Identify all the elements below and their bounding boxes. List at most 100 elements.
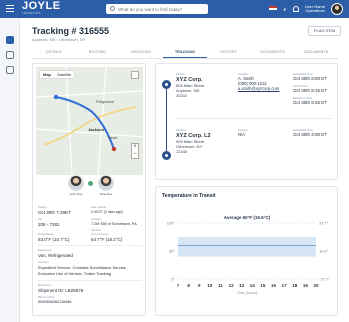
field-value: 0049836082118486 — [38, 300, 72, 304]
map-label-ridgeland: Ridgeland — [96, 99, 114, 104]
sidebar-documents-icon[interactable] — [6, 51, 14, 59]
x-tick-label: 19 — [303, 283, 309, 288]
bell-icon[interactable] — [292, 6, 299, 12]
reference-field: Reference Shipment ID: LB25878 — [38, 283, 142, 294]
departure-time: Oct 30th 9:26 ET — [293, 100, 328, 105]
tab-documents-2[interactable]: DOCUMENTS — [294, 47, 338, 58]
address-line: 20202 — [176, 93, 188, 98]
field-value: 208 - 7282 — [38, 222, 60, 227]
pickup-times: Scheduled Time Oct 30th 8:00 ET Arrival … — [293, 72, 337, 105]
map-label-pearl: Pearl — [108, 135, 117, 140]
map-tab-map[interactable]: Map — [40, 71, 54, 78]
services-field: Services Expedited Service, Constant Sur… — [38, 260, 142, 276]
sidebar-shipments-icon[interactable] — [6, 36, 14, 44]
y-tick-label-right: 10.0° — [319, 249, 329, 254]
tab-bar: DETAILS ROUTING INVOICING TRACKING HISTO… — [32, 47, 338, 59]
tab-history[interactable]: HISTORY — [207, 47, 251, 58]
route-stops-card: Pickup XYZ Corp. 808 Main Street Anytown… — [155, 63, 338, 180]
search-box[interactable] — [106, 4, 208, 14]
avatar[interactable] — [331, 3, 343, 15]
field-label: Zip — [38, 217, 42, 221]
zoom-in-button[interactable]: + — [132, 144, 138, 151]
field-value: 64.7°F (18.2°C) — [91, 237, 123, 242]
search-icon — [110, 6, 115, 11]
temperature-band — [178, 237, 316, 257]
temperature-card: Temperature in Transit 100° 37.7° 50° 10.0°… — [155, 186, 338, 316]
menu-icon[interactable] — [6, 5, 14, 12]
contact-person[interactable]: Jane Doe — [95, 175, 117, 196]
zoom-out-button[interactable]: − — [132, 151, 138, 158]
flag-icon[interactable] — [268, 6, 277, 12]
contact-email-link[interactable]: a.smith@xyzcorp.com — [238, 86, 290, 91]
user-info[interactable]: User Name Operations — [305, 4, 325, 14]
map-type-toggle: Map Satellite — [40, 71, 75, 78]
zoom-control: + − — [131, 143, 139, 159]
field-value: Shipment ID: LB25878 — [38, 288, 84, 293]
x-tick-label: 8 — [187, 283, 190, 288]
pickup-pin-icon — [162, 80, 171, 89]
field-value: 2:40 ET (2 mins ago) — [91, 210, 123, 214]
top-bar: JOYLE LOGISTICS ▼ User Name Operations — [0, 0, 349, 18]
map-view[interactable]: Ridgeland Jackson Pearl Map Satellite + … — [36, 67, 143, 175]
tab-routing[interactable]: ROUTING — [76, 47, 120, 58]
x-tick-label: 13 — [239, 283, 245, 288]
tab-invoicing[interactable]: INVOICING — [119, 47, 163, 58]
x-tick-label: 20 — [313, 283, 319, 288]
x-tick-label: 10 — [207, 283, 213, 288]
field-value: Oct 30th 7:29ET — [38, 210, 71, 215]
divider — [38, 245, 142, 246]
y-tick-label-left: 100° — [167, 221, 176, 226]
flag-item-button[interactable]: FLAG ITEM — [308, 26, 341, 36]
field-label: Reference — [38, 283, 51, 287]
field-value: Expedited Service, Constant Surveillance… — [38, 265, 127, 276]
delivery-times: Scheduled Time Oct 30th 4:00 ET — [293, 128, 337, 137]
scheduled-time: Oct 30th 8:00 ET — [293, 76, 328, 81]
x-tick-label: 12 — [229, 283, 235, 288]
chart-title: Average 60°F (15.5°C) — [224, 215, 271, 220]
person-name: Jane Doe — [99, 192, 113, 196]
stop-label: Delivery — [176, 128, 187, 132]
route-line — [166, 89, 167, 151]
contact-name: N/A — [238, 132, 245, 137]
page-title: Tracking # 316555 — [32, 26, 110, 36]
pickup-contact: Contact A. Smith (000) 000-1212 a.smith@… — [238, 72, 290, 91]
top-right-controls: ▼ User Name Operations — [268, 2, 343, 16]
divider — [38, 280, 142, 281]
sidebar-calendar-icon[interactable] — [6, 66, 14, 74]
tab-documents[interactable]: DOCUMENTS — [251, 47, 295, 58]
page-subtitle: Anytown, MS • Othertown, NY — [32, 37, 86, 42]
field-value: Van, Refrigerated — [38, 253, 73, 258]
user-role: Operations — [305, 8, 325, 13]
logo[interactable]: JOYLE — [22, 1, 61, 12]
scheduled-time: Oct 30th 4:00 ET — [293, 132, 328, 137]
delivery-contact: Contact N/A — [238, 128, 290, 137]
map-tab-satellite[interactable]: Satellite — [54, 71, 74, 78]
person-name: John Doe — [69, 192, 83, 196]
link-icon — [88, 181, 93, 186]
tab-tracking[interactable]: TRACKING — [163, 47, 207, 58]
tracking-details-card: Ridgeland Jackson Pearl Map Satellite + … — [32, 63, 146, 316]
field-value: 63.0°F (10.7°C) — [38, 237, 70, 242]
x-tick-label: 7 — [177, 283, 180, 288]
search-input[interactable] — [118, 5, 206, 13]
tab-details[interactable]: DETAILS — [32, 47, 76, 58]
bol-field: Bill of Lading 0049836082118486 — [38, 295, 142, 306]
x-tick-label: 18 — [292, 283, 298, 288]
field-label: Last Update — [91, 205, 107, 209]
field-label: Current Temp — [91, 232, 108, 236]
field-value: 7.2M SW of Sometown, PA — [91, 222, 137, 226]
delivery-pin-icon — [162, 151, 171, 160]
field-label: Temp Range — [38, 232, 54, 236]
avatar — [98, 175, 114, 191]
y-tick-label-left: 0° — [171, 277, 175, 282]
chevron-down-icon[interactable]: ▼ — [283, 7, 287, 12]
y-tick-label-right: -17.7° — [319, 277, 330, 282]
contact-person[interactable]: John Doe — [65, 175, 87, 196]
location-field: Location 7.2M SW of Sometown, PA Via Car… — [91, 217, 143, 232]
x-tick-label: 14 — [250, 283, 256, 288]
sidebar — [0, 18, 20, 322]
field-label: Bill of Lading — [38, 295, 55, 299]
field-label: Services — [38, 260, 49, 264]
x-tick-label: 9 — [198, 283, 201, 288]
fullscreen-icon[interactable] — [131, 71, 139, 79]
